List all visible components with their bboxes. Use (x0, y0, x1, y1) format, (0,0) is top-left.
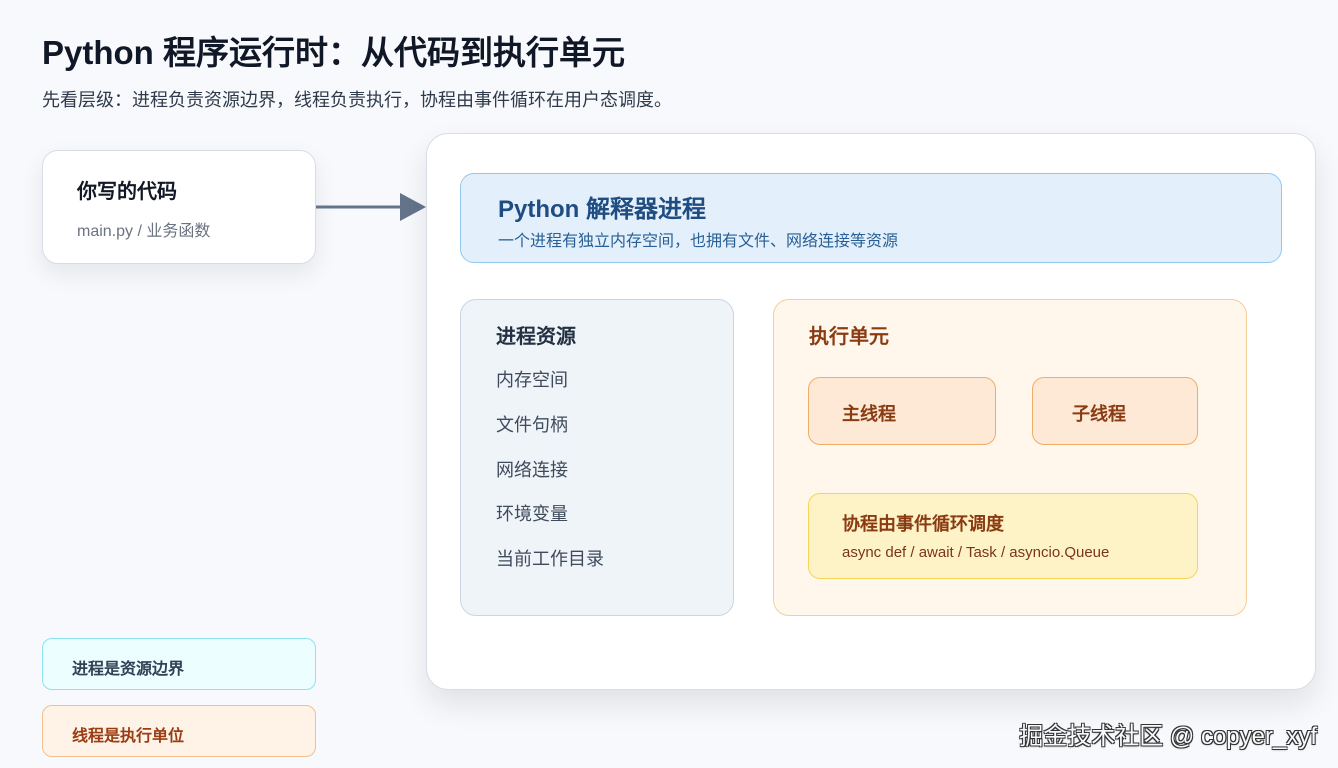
legend-process: 进程是资源边界 (42, 638, 316, 690)
main-thread-box: 主线程 (808, 377, 996, 445)
resource-item-file-handles: 文件句柄 (496, 415, 568, 435)
page-title: Python 程序运行时：从代码到执行单元 (42, 34, 625, 71)
interpreter-subtitle: 一个进程有独立内存空间，也拥有文件、网络连接等资源 (498, 233, 899, 250)
code-card: 你写的代码 main.py / 业务函数 (42, 150, 316, 264)
coroutine-event-loop-box: 协程由事件循环调度 async def / await / Task / asy… (808, 493, 1198, 579)
legend-process-text: 进程是资源边界 (72, 661, 185, 678)
page-subtitle: 先看层级：进程负责资源边界，线程负责执行，协程由事件循环在用户态调度。 (42, 90, 672, 110)
coroutine-title: 协程由事件循环调度 (842, 514, 1004, 534)
execution-units-title: 执行单元 (809, 326, 889, 348)
resource-item-environment: 环境变量 (496, 504, 568, 524)
process-resources-box: 进程资源 内存空间 文件句柄 网络连接 环境变量 当前工作目录 (460, 299, 734, 616)
code-card-title: 你写的代码 (77, 181, 177, 203)
child-thread-label: 子线程 (1072, 404, 1126, 424)
coroutine-subtitle: async def / await / Task / asyncio.Queue (842, 544, 1110, 561)
resource-item-network: 网络连接 (496, 460, 568, 480)
interpreter-title: Python 解释器进程 (498, 196, 706, 223)
main-thread-label: 主线程 (842, 404, 896, 424)
process-resources-title: 进程资源 (496, 326, 576, 348)
legend-thread: 线程是执行单位 (42, 705, 316, 757)
code-to-process-arrow-head (400, 193, 426, 221)
python-interpreter-process: Python 解释器进程 一个进程有独立内存空间，也拥有文件、网络连接等资源 (460, 173, 1282, 263)
resource-item-memory: 内存空间 (496, 370, 568, 390)
legend-thread-text: 线程是执行单位 (72, 728, 185, 745)
watermark: 掘金技术社区 @ copyer_xyf (1019, 723, 1317, 750)
child-thread-box: 子线程 (1032, 377, 1198, 445)
resource-item-working-directory: 当前工作目录 (496, 549, 604, 569)
code-card-subtitle: main.py / 业务函数 (77, 223, 211, 240)
